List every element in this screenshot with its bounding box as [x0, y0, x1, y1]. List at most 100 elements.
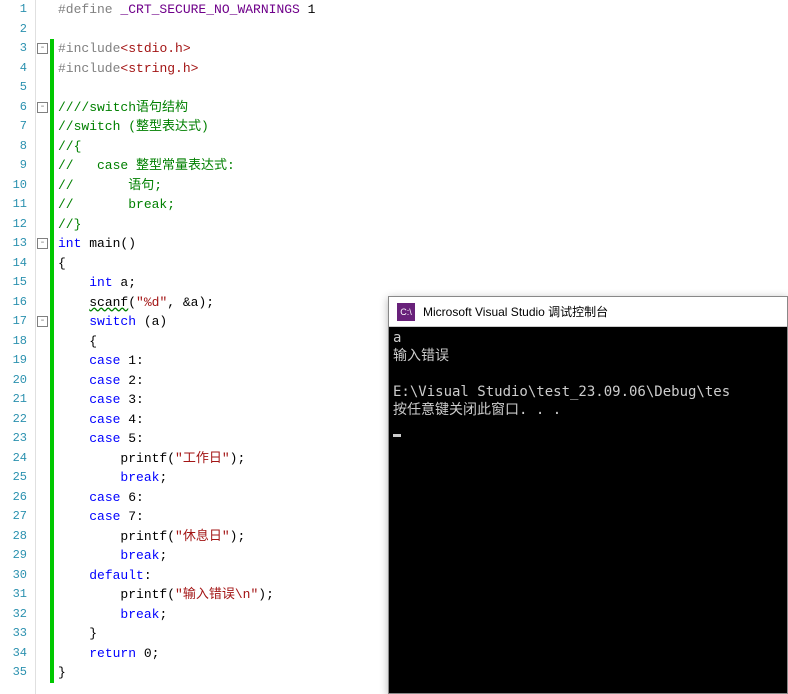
- comment: //switch (整型表达式): [58, 119, 209, 134]
- keyword: break: [120, 607, 159, 622]
- fold-icon[interactable]: -: [37, 43, 48, 54]
- indent: [58, 548, 120, 563]
- brace: {: [58, 256, 66, 271]
- keyword: default: [89, 568, 144, 583]
- indent: [58, 314, 89, 329]
- line-number: 7: [0, 117, 27, 137]
- macro-name: _CRT_SECURE_NO_WARNINGS: [120, 2, 299, 17]
- line-number: 29: [0, 546, 27, 566]
- fold-icon[interactable]: -: [37, 316, 48, 327]
- preproc: #include: [58, 41, 120, 56]
- line-number: 22: [0, 410, 27, 430]
- line-number: 19: [0, 351, 27, 371]
- indent: [58, 451, 120, 466]
- line-number: 6: [0, 98, 27, 118]
- preproc: #include: [58, 61, 120, 76]
- keyword: case: [89, 353, 120, 368]
- line-number: 26: [0, 488, 27, 508]
- line-number: 2: [0, 20, 27, 40]
- console-line: 输入错误: [393, 348, 449, 364]
- line-number: 34: [0, 644, 27, 664]
- semi: ;: [159, 548, 167, 563]
- indent: [58, 295, 89, 310]
- header: string.h: [128, 61, 190, 76]
- line-number: 25: [0, 468, 27, 488]
- text: 1:: [120, 353, 143, 368]
- console-line: a: [393, 330, 401, 346]
- indent: [58, 568, 89, 583]
- keyword: int: [58, 236, 81, 251]
- line-number: 10: [0, 176, 27, 196]
- line-number: 28: [0, 527, 27, 547]
- line-number: 17: [0, 312, 27, 332]
- angle: >: [191, 61, 199, 76]
- paren: (: [167, 587, 175, 602]
- paren: (: [128, 295, 136, 310]
- line-number: 18: [0, 332, 27, 352]
- indent: [58, 646, 89, 661]
- line-number: 13: [0, 234, 27, 254]
- header: stdio.h: [128, 41, 183, 56]
- fold-icon[interactable]: -: [37, 238, 48, 249]
- string: "%d": [136, 295, 167, 310]
- keyword: case: [89, 431, 120, 446]
- keyword: break: [120, 548, 159, 563]
- indent: [58, 470, 120, 485]
- vs-icon: C:\: [397, 303, 415, 321]
- keyword: int: [89, 275, 112, 290]
- fold-icon[interactable]: -: [37, 102, 48, 113]
- console-cursor: [393, 434, 401, 437]
- line-number: 11: [0, 195, 27, 215]
- indent: [58, 353, 89, 368]
- string: "休息日": [175, 529, 230, 544]
- paren: );: [230, 529, 246, 544]
- line-number: 30: [0, 566, 27, 586]
- brace: }: [58, 626, 97, 641]
- string: "输入错误\n": [175, 587, 258, 602]
- text: a;: [113, 275, 136, 290]
- string: "工作日": [175, 451, 230, 466]
- line-number: 35: [0, 663, 27, 683]
- text: 6:: [120, 490, 143, 505]
- line-number: 8: [0, 137, 27, 157]
- paren: );: [198, 295, 214, 310]
- indent: [58, 509, 89, 524]
- line-number: 14: [0, 254, 27, 274]
- paren: (: [167, 529, 175, 544]
- comment: ////switch语句结构: [58, 100, 188, 115]
- function-name: main: [81, 236, 120, 251]
- function-call: printf: [120, 451, 167, 466]
- indent: [58, 275, 89, 290]
- keyword: case: [89, 392, 120, 407]
- console-output[interactable]: a 输入错误 E:\Visual Studio\test_23.09.06\De…: [389, 327, 787, 439]
- line-number-gutter: 1234567891011121314151617181920212223242…: [0, 0, 36, 694]
- text: 4:: [120, 412, 143, 427]
- preproc: #define: [58, 2, 120, 17]
- indent: [58, 529, 120, 544]
- angle: >: [183, 41, 191, 56]
- line-number: 23: [0, 429, 27, 449]
- keyword: case: [89, 490, 120, 505]
- semi: ;: [159, 607, 167, 622]
- brace: }: [58, 665, 66, 680]
- line-number: 24: [0, 449, 27, 469]
- colon: :: [144, 568, 152, 583]
- indent: [58, 490, 89, 505]
- line-number: 9: [0, 156, 27, 176]
- console-titlebar[interactable]: C:\ Microsoft Visual Studio 调试控制台: [389, 297, 787, 327]
- console-line: E:\Visual Studio\test_23.09.06\Debug\tes: [393, 384, 730, 400]
- text: 1: [300, 2, 316, 17]
- comment: // case 整型常量表达式:: [58, 158, 235, 173]
- text: 7:: [120, 509, 143, 524]
- function-call: printf: [120, 587, 167, 602]
- indent: [58, 373, 89, 388]
- debug-console-window[interactable]: C:\ Microsoft Visual Studio 调试控制台 a 输入错误…: [388, 296, 788, 694]
- fold-column: - - - -: [36, 0, 50, 694]
- comment: //{: [58, 139, 81, 154]
- line-number: 4: [0, 59, 27, 79]
- args: , &a: [167, 295, 198, 310]
- text: 5:: [120, 431, 143, 446]
- brace: {: [58, 334, 97, 349]
- indent: [58, 412, 89, 427]
- text: (a): [136, 314, 167, 329]
